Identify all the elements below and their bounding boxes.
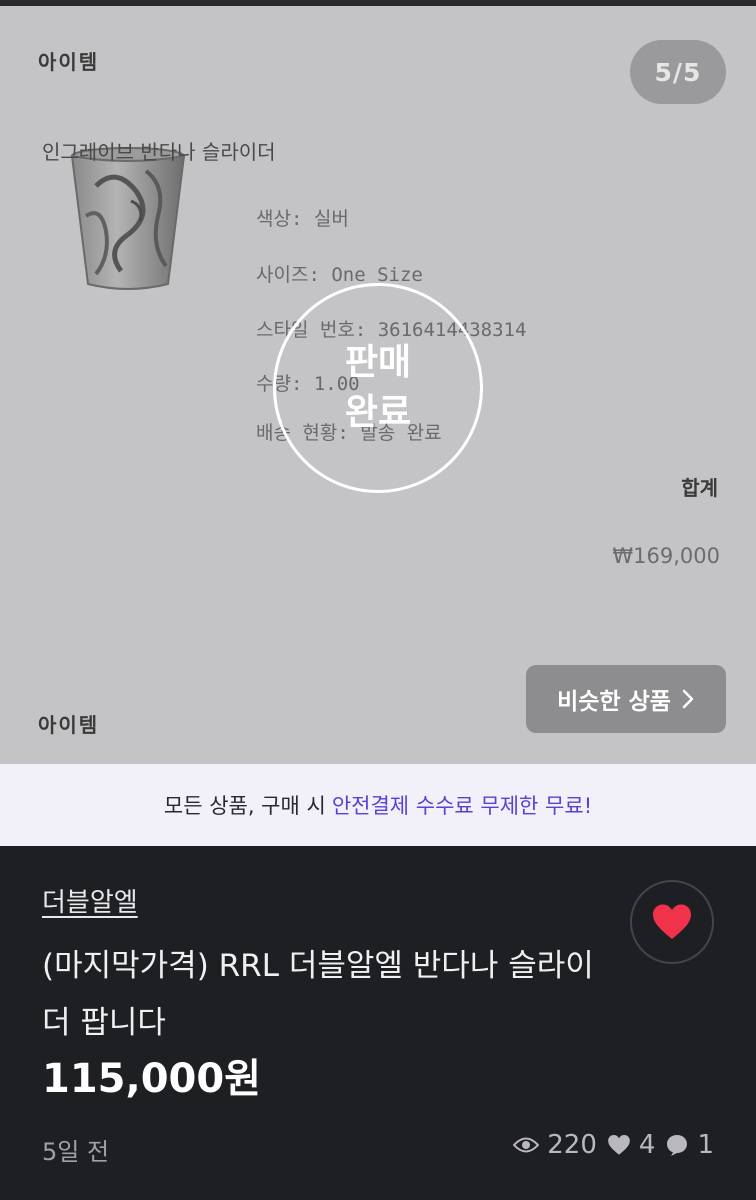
receipt-product-name: 인그레이브 반다나 슬라이더 (42, 140, 276, 164)
image-label-top: 아이템 (38, 50, 100, 74)
chats-stat: 1 (665, 1130, 714, 1160)
receipt-color: 색상: 실버 (256, 208, 349, 230)
image-label-bottom: 아이템 (38, 713, 100, 737)
chat-icon (667, 1135, 688, 1156)
chevron-right-icon (682, 689, 694, 709)
safe-payment-promo-banner[interactable]: 모든 상품, 구매 시 안전결제 수수료 무제한 무료! (0, 764, 756, 846)
posted-time: 5일 전 (42, 1138, 110, 1166)
promo-highlight: 안전결제 수수료 무제한 무료! (331, 794, 593, 818)
similar-products-button[interactable]: 비슷한 상품 (526, 665, 726, 733)
promo-text: 모든 상품, 구매 시 (163, 794, 326, 818)
receipt-size: 사이즈: One Size (256, 264, 423, 286)
views-count: 220 (547, 1130, 597, 1160)
likes-count: 4 (638, 1130, 656, 1160)
listing-info: 더블알엘 (마지막가격) RRL 더블알엘 반다나 슬라이더 팝니다 115,0… (0, 846, 756, 1200)
heart-icon (653, 904, 691, 939)
listing-price: 115,000원 (42, 1056, 261, 1102)
like-button[interactable] (630, 880, 714, 964)
sold-badge-line1: 판매 (344, 342, 412, 383)
chats-count: 1 (697, 1130, 714, 1160)
sold-out-badge: 판매 완료 (273, 283, 483, 493)
sold-badge-line2: 완료 (344, 392, 412, 433)
listing-title: (마지막가격) RRL 더블알엘 반다나 슬라이더 팝니다 (42, 948, 594, 1041)
similar-button-label: 비슷한 상품 (557, 689, 671, 715)
likes-stat: 4 (607, 1130, 656, 1160)
seller-name-link[interactable]: 더블알엘 (42, 882, 138, 919)
views-stat: 220 (513, 1130, 597, 1160)
eye-icon (513, 1137, 540, 1153)
receipt-total-label: 합계 (681, 476, 718, 500)
receipt-total-value: ₩169,000 (612, 544, 720, 568)
product-image-carousel[interactable]: 아이템 5/5 인그레이브 반다나 슬라이더 색상: 실버 사이즈: One S… (0, 6, 756, 764)
heart-small-icon (608, 1135, 630, 1155)
image-counter: 5/5 (630, 40, 726, 104)
listing-stats: 220 4 1 (503, 1130, 714, 1160)
